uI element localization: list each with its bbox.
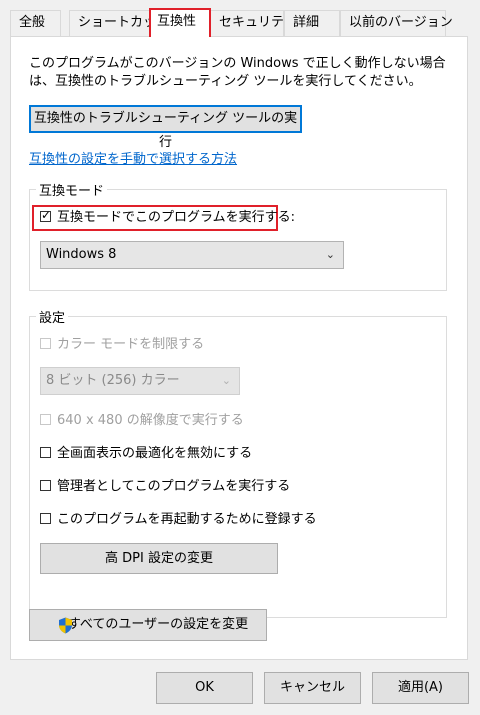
checkbox-box[interactable] bbox=[40, 447, 51, 458]
change-dpi-settings-button[interactable]: 高 DPI 設定の変更 bbox=[40, 543, 278, 574]
apply-button[interactable]: 適用(A) bbox=[372, 672, 469, 704]
check-icon: ✓ bbox=[41, 208, 52, 222]
checkbox-box[interactable] bbox=[40, 513, 51, 524]
reduced-color-checkbox[interactable]: カラー モードを制限する bbox=[40, 336, 204, 354]
compat-mode-group: 互換モード bbox=[29, 180, 447, 291]
settings-group-label: 設定 bbox=[39, 311, 66, 326]
reduced-color-label: カラー モードを制限する bbox=[57, 337, 205, 352]
tab-security[interactable]: セキュリティ bbox=[210, 10, 296, 36]
tab-compatibility[interactable]: 互換性 bbox=[149, 8, 211, 37]
compat-mode-group-label: 互換モード bbox=[39, 184, 105, 199]
tab-details[interactable]: 詳細 bbox=[284, 10, 340, 36]
color-mode-select[interactable]: 8 ビット (256) カラー ⌄ bbox=[40, 367, 240, 395]
tab-shortcut[interactable]: ショートカット bbox=[69, 10, 169, 36]
color-mode-value: 8 ビット (256) カラー bbox=[46, 373, 180, 388]
register-restart-label: このプログラムを再起動するために登録する bbox=[57, 512, 317, 527]
checkbox-box[interactable] bbox=[40, 414, 51, 425]
os-select-value: Windows 8 bbox=[46, 247, 117, 262]
manual-settings-link[interactable]: 互換性の設定を手動で選択する方法 bbox=[29, 148, 237, 167]
register-restart-checkbox[interactable]: このプログラムを再起動するために登録する bbox=[40, 511, 317, 529]
description-text: このプログラムがこのバージョンの Windows で正しく動作しない場合は、互換… bbox=[29, 56, 446, 89]
disable-fullscreen-opt-label: 全画面表示の最適化を無効にする bbox=[57, 446, 253, 461]
uac-shield-icon bbox=[59, 617, 72, 634]
change-all-users-button[interactable]: すべてのユーザーの設定を変更 bbox=[29, 609, 267, 641]
disable-fullscreen-opt-checkbox[interactable]: 全画面表示の最適化を無効にする bbox=[40, 445, 252, 463]
change-all-users-label: すべてのユーザーの設定を変更 bbox=[67, 617, 249, 632]
checkbox-box[interactable] bbox=[40, 480, 51, 491]
compat-mode-checkbox[interactable]: ✓ 互換モードでこのプログラムを実行する: bbox=[40, 208, 295, 227]
run-as-admin-label: 管理者としてこのプログラムを実行する bbox=[57, 479, 291, 494]
os-select[interactable]: Windows 8 ⌄ bbox=[40, 241, 344, 269]
res-640-label: 640 x 480 の解像度で実行する bbox=[57, 413, 244, 428]
compat-mode-checkbox-label: 互換モードでこのプログラムを実行する: bbox=[57, 210, 295, 225]
cancel-button[interactable]: キャンセル bbox=[264, 672, 361, 704]
tab-strip: 全般 ショートカット 互換性 セキュリティ 詳細 以前のバージョン bbox=[0, 0, 480, 37]
tab-general[interactable]: 全般 bbox=[10, 10, 61, 36]
chevron-down-icon: ⌄ bbox=[325, 248, 335, 261]
run-as-admin-checkbox[interactable]: 管理者としてこのプログラムを実行する bbox=[40, 478, 290, 496]
chevron-down-icon: ⌄ bbox=[221, 374, 231, 387]
res-640-checkbox[interactable]: 640 x 480 の解像度で実行する bbox=[40, 412, 244, 430]
checkbox-box[interactable] bbox=[40, 338, 51, 349]
checkbox-box[interactable]: ✓ bbox=[40, 208, 52, 222]
tab-previous-versions[interactable]: 以前のバージョン bbox=[340, 10, 453, 36]
ok-button[interactable]: OK bbox=[156, 672, 253, 704]
compatibility-panel: このプログラムがこのバージョンの Windows で正しく動作しない場合は、互換… bbox=[10, 36, 468, 660]
run-troubleshooter-button[interactable]: 互換性のトラブルシューティング ツールの実行 bbox=[29, 105, 302, 150]
